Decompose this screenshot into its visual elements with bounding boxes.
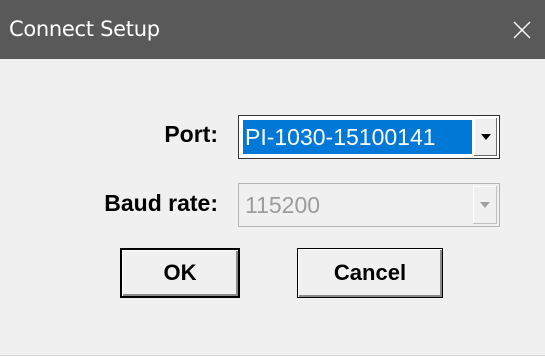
close-icon [513, 21, 531, 38]
port-select-value[interactable]: PI-1030-15100141 [243, 120, 472, 154]
ok-button[interactable]: OK [120, 248, 240, 298]
cancel-button[interactable]: Cancel [297, 248, 443, 298]
baud-rate-select-value: 115200 [245, 192, 321, 218]
baud-rate-dropdown-button[interactable] [473, 186, 497, 224]
port-select[interactable]: PI-1030-15100141 [238, 115, 500, 159]
title-bar[interactable]: Connect Setup [0, 0, 545, 59]
chevron-down-icon [480, 134, 491, 140]
baud-rate-select[interactable]: 115200 [238, 183, 500, 227]
chevron-down-icon [480, 202, 490, 208]
port-label: Port: [164, 121, 218, 147]
window-title: Connect Setup [9, 17, 160, 41]
baud-rate-label: Baud rate: [104, 190, 218, 216]
close-button[interactable] [499, 0, 545, 59]
connect-setup-dialog: Connect Setup Port: PI-1030-15100141 Bau… [0, 0, 545, 356]
port-dropdown-button[interactable] [473, 118, 497, 156]
